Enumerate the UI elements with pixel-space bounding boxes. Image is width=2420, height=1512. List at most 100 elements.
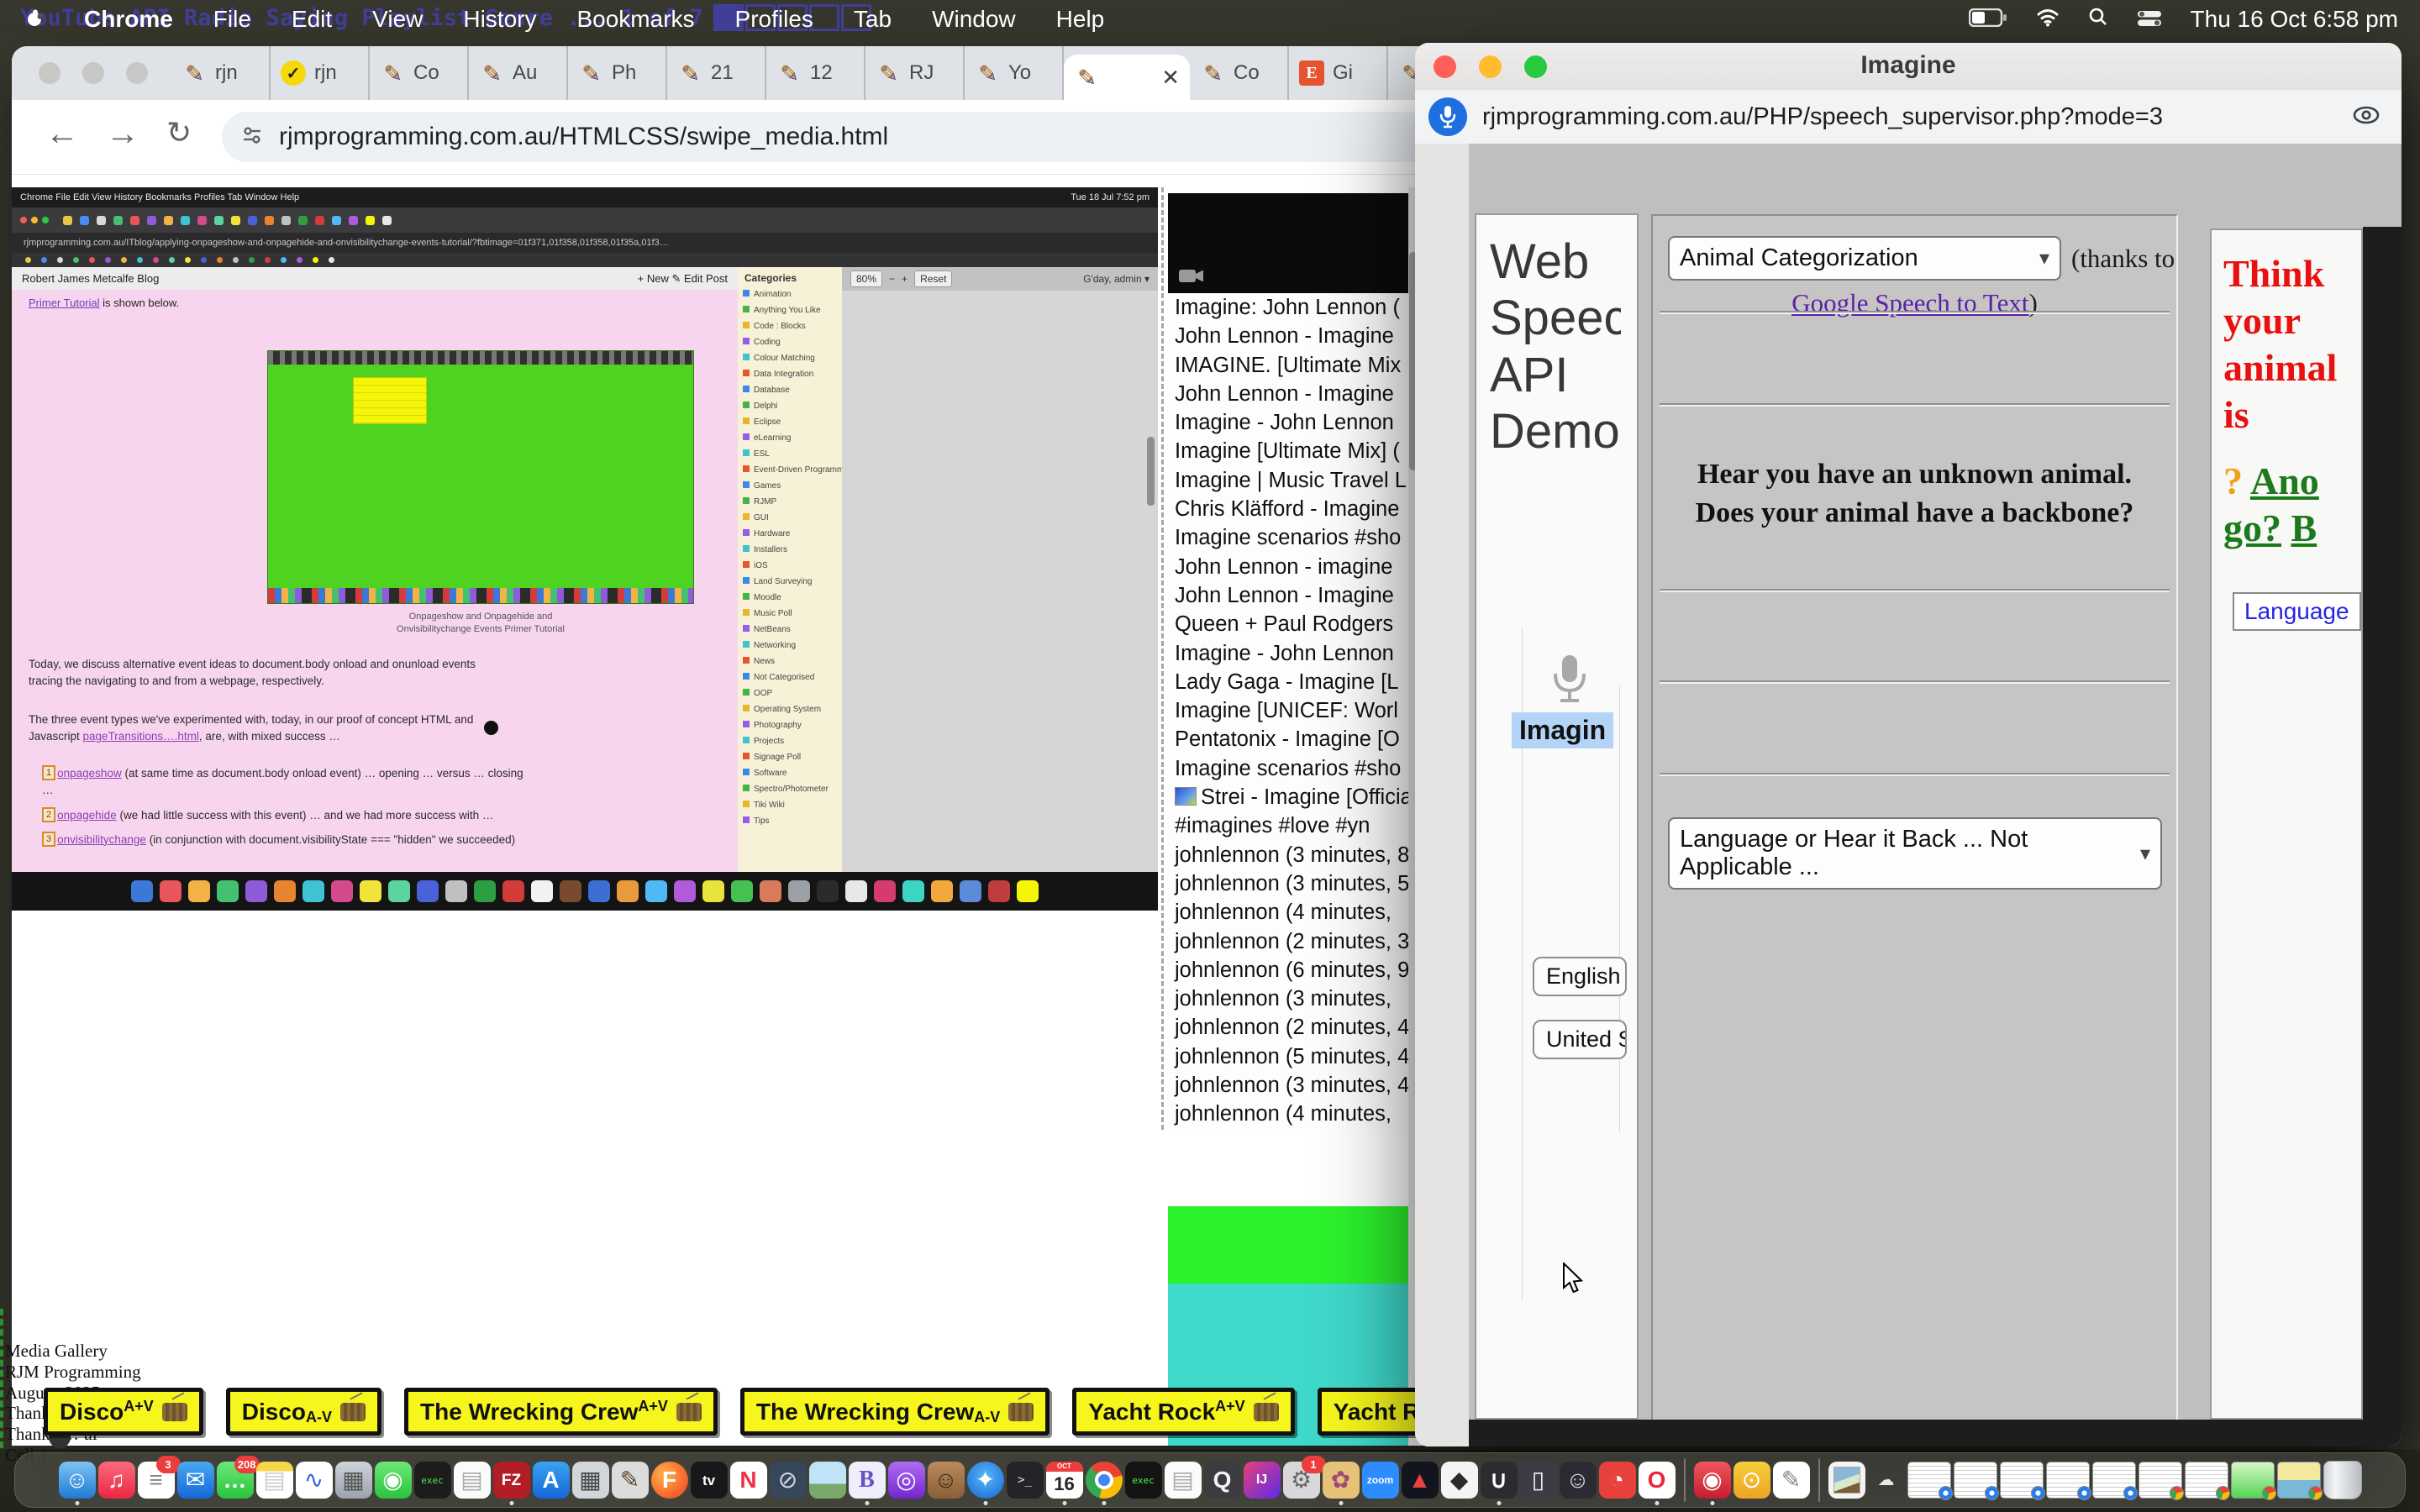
minimized-doc-3[interactable] [2000, 1462, 2044, 1499]
media-title[interactable]: johnlennon (6 minutes, 9 [1168, 956, 1408, 984]
site-settings-icon[interactable] [240, 123, 264, 151]
freeform[interactable]: ∿ [296, 1462, 333, 1499]
zoom-level[interactable]: 80% [850, 270, 882, 287]
textedit-2[interactable]: ▤ [1165, 1462, 1202, 1499]
category-item[interactable]: Operating System [738, 701, 842, 717]
category-item[interactable]: GUI [738, 510, 842, 526]
browser-tab[interactable]: 21 [667, 46, 766, 100]
filezilla[interactable]: FZ [493, 1462, 530, 1499]
opera[interactable]: O [1639, 1462, 1676, 1499]
tab-close-icon[interactable]: ✕ [1161, 65, 1180, 91]
media-title[interactable]: johnlennon (4 minutes, [1168, 898, 1408, 927]
step-link[interactable]: onpageshow [57, 767, 122, 780]
paint[interactable]: ✿ [1323, 1462, 1360, 1499]
media-title[interactable]: Imagine - John Lennon [1168, 408, 1408, 437]
category-item[interactable]: Installers [738, 542, 842, 558]
minimized-chrome-4[interactable] [2277, 1462, 2321, 1499]
media-title[interactable]: Imagine - John Lennon [1168, 639, 1408, 668]
messages[interactable]: … 208 [217, 1462, 254, 1499]
category-item[interactable]: eLearning [738, 430, 842, 446]
facetime[interactable]: ◉ [375, 1462, 412, 1499]
dock-item[interactable] [1818, 1458, 1820, 1502]
minimized-chrome-1[interactable] [2139, 1462, 2182, 1499]
keypad[interactable]: ▦ [572, 1462, 609, 1499]
step-link[interactable]: onpagehide [57, 809, 117, 822]
browser-tab[interactable]: Gi [1289, 46, 1388, 100]
back-icon[interactable]: ← [45, 115, 79, 153]
admin-greeting[interactable]: G'day, admin ▾ [1083, 273, 1150, 285]
notes[interactable]: ▤ [256, 1462, 293, 1499]
terminal-exec-2[interactable]: exec [1125, 1462, 1162, 1499]
zoom-in-button[interactable]: + [902, 273, 908, 285]
iphone-mirroring[interactable]: ▯ [1520, 1462, 1557, 1499]
browser-tab[interactable]: rjn [171, 46, 271, 100]
apple-menu-icon[interactable] [25, 6, 44, 33]
close-window-button[interactable] [39, 62, 60, 84]
notepad-app[interactable]: ✎ [1773, 1462, 1810, 1499]
language-select[interactable]: Language or Hear it Back ... Not Applica… [1668, 817, 2162, 890]
launchpad[interactable]: ▦ [335, 1462, 372, 1499]
category-item[interactable]: Networking [738, 638, 842, 654]
category-item[interactable]: Projects [738, 733, 842, 749]
menu-item[interactable]: File [213, 6, 251, 33]
menu-item[interactable]: Bookmarks [576, 6, 694, 33]
category-item[interactable]: Anything You Like [738, 302, 842, 318]
media-title[interactable]: Imagine [Ultimate Mix] ( [1168, 437, 1408, 465]
page-transitions-link[interactable]: pageTransitions….html [83, 730, 199, 743]
media-title[interactable]: johnlennon (2 minutes, 4 [1168, 1013, 1408, 1042]
another-go-link-2[interactable]: go? [2223, 507, 2281, 549]
menu-item[interactable]: Tab [854, 6, 892, 33]
reload-icon[interactable]: ↻ [166, 115, 192, 150]
contacts[interactable]: ☺ [928, 1462, 965, 1499]
terminal-exec[interactable]: exec [414, 1462, 451, 1499]
category-item[interactable]: Event-Driven Programming [738, 462, 842, 478]
media-gallery-button[interactable]: The Wrecking CrewA+V [404, 1388, 718, 1436]
media-title[interactable]: Imagine [UNICEF: Worl [1168, 696, 1408, 725]
ghost[interactable]: ☁ [1868, 1462, 1905, 1499]
finder[interactable]: ☺ [59, 1462, 96, 1499]
zoom-window-button[interactable] [126, 62, 148, 84]
media-title[interactable]: johnlennon (5 minutes, 4 [1168, 1042, 1408, 1071]
minimized-doc-5[interactable] [2092, 1462, 2136, 1499]
control-center-icon[interactable] [2137, 6, 2162, 33]
intellij[interactable]: IJ [1244, 1462, 1281, 1499]
news[interactable]: N [730, 1462, 767, 1499]
category-item[interactable]: Eclipse [738, 414, 842, 430]
english-button[interactable]: English [1533, 957, 1627, 996]
url-text[interactable]: rjmprogramming.com.au/HTMLCSS/swipe_medi… [279, 123, 888, 151]
menu-item[interactable]: History [463, 6, 536, 33]
no-sign[interactable]: ⊘ [770, 1462, 807, 1499]
media-title[interactable]: johnlennon (2 minutes, 3 [1168, 927, 1408, 956]
category-item[interactable]: Tiki Wiki [738, 797, 842, 813]
menu-item[interactable]: Window [932, 6, 1016, 33]
media-gallery-button[interactable]: DiscoA-V [226, 1388, 381, 1436]
speedtest[interactable]: ◔ [1599, 1462, 1636, 1499]
category-item[interactable]: NetBeans [738, 622, 842, 638]
browser-tab[interactable]: Co [1190, 46, 1289, 100]
menu-item[interactable]: Edit [292, 6, 332, 33]
dock-item[interactable] [1684, 1458, 1686, 1502]
united-states-button[interactable]: United S [1533, 1020, 1627, 1059]
cat-app[interactable]: ☺ [1560, 1462, 1597, 1499]
apple-tv[interactable]: tv [691, 1462, 728, 1499]
browser-tab[interactable]: Ph [568, 46, 667, 100]
spotlight-search-icon[interactable] [2088, 6, 2108, 33]
microphone-icon[interactable] [1550, 652, 1589, 711]
iterm[interactable]: >_ [1007, 1462, 1044, 1499]
category-item[interactable]: Software [738, 765, 842, 781]
minimized-chrome-2[interactable] [2185, 1462, 2228, 1499]
category-item[interactable]: Hardware [738, 526, 842, 542]
category-item[interactable]: RJMP [738, 494, 842, 510]
browser-tab[interactable]: ✕ [1064, 55, 1190, 100]
forward-icon[interactable]: → [106, 115, 139, 153]
media-title[interactable]: johnlennon (3 minutes, [1168, 984, 1408, 1013]
category-item[interactable]: Delphi [738, 398, 842, 414]
menu-clock[interactable]: Thu 16 Oct 6:58 pm [2191, 6, 2398, 33]
app-store[interactable]: A [533, 1462, 570, 1499]
category-item[interactable]: Photography [738, 717, 842, 733]
category-select[interactable]: Animal Categorization▾ [1668, 236, 2061, 281]
zoom[interactable]: zoom [1362, 1462, 1399, 1499]
another-go-link[interactable]: Ano [2250, 459, 2319, 502]
category-item[interactable]: Signage Poll [738, 749, 842, 765]
calendar[interactable]: OCT 16 [1046, 1462, 1083, 1499]
